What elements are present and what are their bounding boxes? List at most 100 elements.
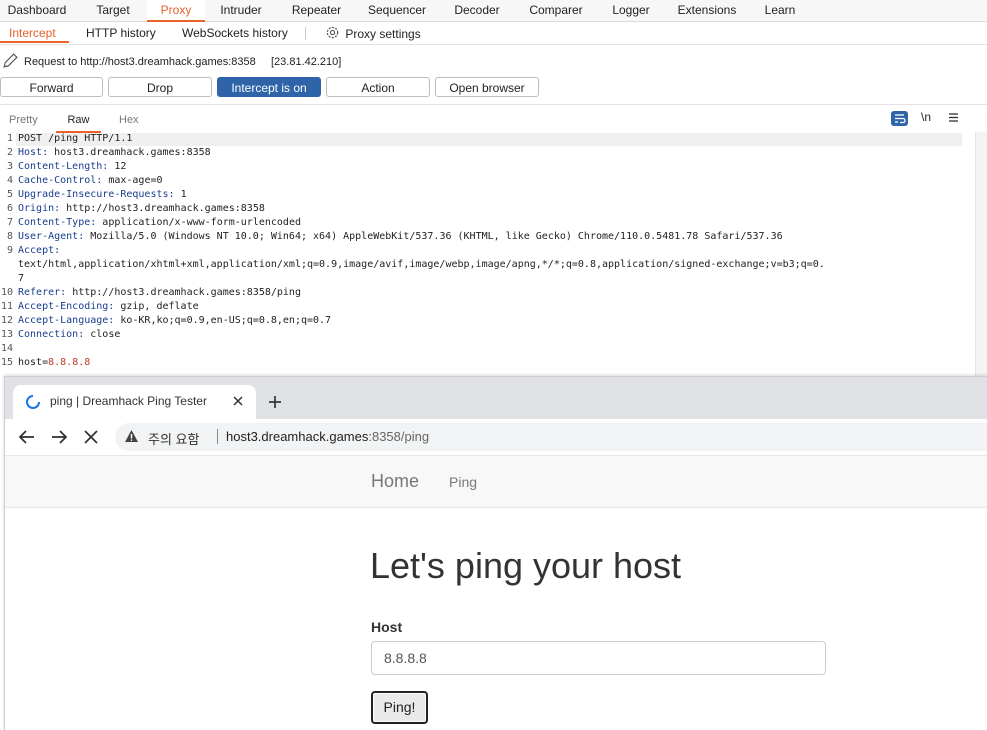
- proxy-sub-tab-bar: Intercept HTTP history WebSockets histor…: [0, 22, 987, 45]
- line-number: 9: [6, 245, 13, 256]
- code-line: Connection: close: [18, 329, 120, 340]
- header-name: Connection:: [18, 329, 85, 340]
- main-tab-bar: Dashboard Target Proxy Intruder Repeater…: [0, 0, 987, 22]
- host-input[interactable]: 8.8.8.8: [371, 641, 826, 675]
- tab-hex[interactable]: Hex: [119, 112, 139, 131]
- request-ip: [23.81.42.210]: [271, 56, 342, 68]
- tab-decoder[interactable]: Decoder: [443, 0, 511, 21]
- url-text[interactable]: host3.dreamhack.games:8358/ping: [226, 429, 429, 444]
- code-line: Accept-Encoding: gzip, deflate: [18, 301, 199, 312]
- header-value: application/x-www-form-urlencoded: [96, 217, 301, 228]
- request-info: Request to http://host3.dreamhack.games:…: [0, 50, 987, 74]
- forward-icon[interactable]: [50, 429, 68, 448]
- header-name: User-Agent:: [18, 231, 85, 242]
- line-number: 1: [6, 133, 13, 144]
- line-number: 13: [0, 329, 13, 340]
- request-editor[interactable]: 1 POST /ping HTTP/1.1 2 Host: host3.dreamha…: [0, 132, 975, 376]
- loading-spinner-icon: [25, 394, 41, 413]
- editor-scrollbar[interactable]: [975, 132, 987, 376]
- code-line: Content-Type: application/x-www-form-url…: [18, 217, 301, 228]
- header-name: Content-Length:: [18, 161, 109, 172]
- request-target-label: Request to http://host3.dreamhack.games:…: [24, 56, 256, 68]
- nav-home-link[interactable]: Home: [371, 471, 419, 492]
- intercept-toggle-button[interactable]: Intercept is on: [217, 77, 321, 97]
- browser-window: ping | Dreamhack Ping Tester 주의 요함 host3…: [4, 376, 987, 730]
- header-name: Upgrade-Insecure-Requests:: [18, 189, 175, 200]
- new-tab-icon[interactable]: [267, 394, 283, 413]
- code-line: User-Agent: Mozilla/5.0 (Windows NT 10.0…: [18, 231, 783, 242]
- tab-dashboard[interactable]: Dashboard: [0, 0, 74, 21]
- code-line: POST /ping HTTP/1.1: [18, 133, 132, 144]
- security-status-label: 주의 요함: [148, 432, 200, 447]
- warning-icon[interactable]: [124, 429, 139, 446]
- header-name: Accept:: [18, 245, 61, 256]
- code-line: text/html,application/xhtml+xml,applicat…: [18, 259, 825, 270]
- tab-intercept[interactable]: Intercept: [0, 22, 69, 43]
- tab-learn[interactable]: Learn: [752, 0, 808, 21]
- tab-target[interactable]: Target: [80, 0, 146, 21]
- tab-websockets-history[interactable]: WebSockets history: [182, 22, 288, 44]
- code-line: Accept:: [18, 245, 60, 256]
- header-value: host=: [18, 357, 49, 368]
- action-button[interactable]: Action: [326, 77, 430, 97]
- tab-http-history[interactable]: HTTP history: [86, 22, 156, 44]
- browser-tab[interactable]: ping | Dreamhack Ping Tester: [13, 385, 256, 419]
- tab-sequencer[interactable]: Sequencer: [358, 0, 436, 21]
- line-number: 3: [6, 161, 13, 172]
- tab-extensions[interactable]: Extensions: [670, 0, 744, 21]
- header-value: 7: [18, 273, 25, 284]
- ping-button[interactable]: Ping!: [371, 691, 428, 724]
- code-line: 7: [18, 273, 24, 284]
- tab-pretty[interactable]: Pretty: [9, 112, 38, 131]
- line-number: 12: [0, 315, 13, 326]
- browser-tab-strip: ping | Dreamhack Ping Tester: [5, 377, 987, 419]
- line-number: 4: [6, 175, 13, 186]
- tab-intruder[interactable]: Intruder: [207, 0, 275, 21]
- current-line-highlight: [16, 133, 962, 146]
- browser-tab-title: ping | Dreamhack Ping Tester: [50, 394, 207, 408]
- code-line: Upgrade-Insecure-Requests: 1: [18, 189, 187, 200]
- tab-comparer[interactable]: Comparer: [520, 0, 592, 21]
- line-number: 14: [0, 343, 13, 354]
- tab-logger[interactable]: Logger: [600, 0, 662, 21]
- newline-toggle[interactable]: \n: [921, 110, 931, 124]
- code-line: Referer: http://host3.dreamhack.games:83…: [18, 287, 301, 298]
- nav-ping-link[interactable]: Ping: [449, 474, 477, 490]
- proxy-settings-button[interactable]: Proxy settings: [325, 25, 421, 41]
- open-browser-button[interactable]: Open browser: [435, 77, 539, 97]
- divider: [217, 429, 218, 444]
- line-number: 7: [6, 217, 13, 228]
- line-number: 15: [0, 357, 13, 368]
- tab-repeater[interactable]: Repeater: [280, 0, 353, 21]
- code-line: Origin: http://host3.dreamhack.games:835…: [18, 203, 265, 214]
- param-value: 8.8.8.8: [48, 357, 91, 368]
- close-tab-icon[interactable]: [231, 394, 245, 411]
- header-name: Referer:: [18, 287, 67, 298]
- pencil-icon: [2, 52, 19, 72]
- tab-proxy[interactable]: Proxy: [147, 0, 205, 22]
- header-value: POST /ping HTTP/1.1: [18, 133, 133, 144]
- header-value: max-age=0: [102, 175, 163, 186]
- word-wrap-icon[interactable]: [891, 111, 908, 126]
- omnibox[interactable]: 주의 요함 host3.dreamhack.games:8358/ping: [115, 423, 987, 451]
- header-value: 12: [108, 161, 127, 172]
- stop-loading-icon[interactable]: [84, 430, 98, 447]
- code-line: Accept-Language: ko-KR,ko;q=0.9,en-US;q=…: [18, 315, 331, 326]
- header-value: ko-KR,ko;q=0.9,en-US;q=0.8,en;q=0.7: [114, 315, 332, 326]
- header-value: Mozilla/5.0 (Windows NT 10.0; Win64; x64…: [84, 231, 783, 242]
- proxy-settings-label: Proxy settings: [345, 27, 421, 41]
- header-value: gzip, deflate: [114, 301, 199, 312]
- drop-button[interactable]: Drop: [108, 77, 212, 97]
- tab-raw[interactable]: Raw: [56, 112, 101, 133]
- menu-icon[interactable]: [948, 112, 959, 126]
- header-name: Origin:: [18, 203, 61, 214]
- forward-button[interactable]: Forward: [0, 77, 103, 97]
- back-icon[interactable]: [18, 429, 36, 448]
- header-name: Content-Type:: [18, 217, 97, 228]
- gear-icon: [325, 25, 340, 43]
- code-line: Host: host3.dreamhack.games:8358: [18, 147, 211, 158]
- code-line: Content-Length: 12: [18, 161, 126, 172]
- page-content: Let's ping your host Host 8.8.8.8 Ping!: [5, 508, 987, 730]
- url-path: :8358/ping: [368, 429, 430, 444]
- header-value: http://host3.dreamhack.games:8358: [60, 203, 265, 214]
